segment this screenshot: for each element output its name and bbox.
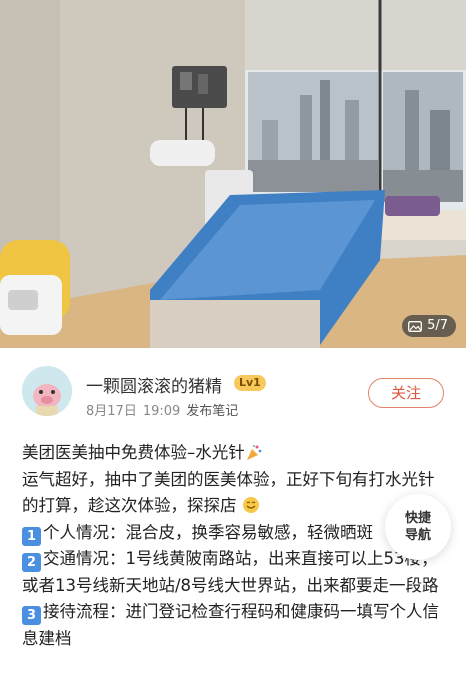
post-action: 发布笔记 <box>186 404 239 419</box>
post-item-3: 3 接待流程：进门登记检查行程码和健康码一填写个人信息建档 <box>22 599 442 652</box>
quick-nav-line1: 快捷 <box>404 511 431 526</box>
image-counter: 5/7 <box>402 315 456 337</box>
number-1-icon: 1 <box>22 526 41 546</box>
post-content: 美团医美抽中免费体验–水光针 运气超好，抽中了美团的医美体验，正好下旬有打水光针… <box>22 440 442 652</box>
party-popper-icon <box>246 445 262 461</box>
post-item-2-text: 交通情况：1号线黄陂南路站，出来直接可以上53楼；或者13号线新天地站/8号线大… <box>22 549 439 595</box>
image-counter-text: 5/7 <box>427 318 448 333</box>
treatment-room-image <box>0 0 466 348</box>
post-item-1: 1 个人情况：混合皮，换季容易敏感，轻微晒斑 <box>22 520 442 547</box>
quick-nav-button[interactable]: 快捷 导航 <box>385 494 451 560</box>
quick-nav-line2: 导航 <box>404 528 431 543</box>
post-photo[interactable]: 5/7 <box>0 0 466 348</box>
post-meta: 8月17日 19:09 发布笔记 <box>86 400 244 419</box>
post-item-3-text: 接待流程：进门登记检查行程码和健康码一填写个人信息建档 <box>22 602 439 648</box>
post-title: 美团医美抽中免费体验–水光针 <box>22 440 442 467</box>
author-name[interactable]: 一颗圆滚滚的猪精 <box>86 372 222 397</box>
level-badge: Lv1 <box>234 375 266 391</box>
author-row: 一颗圆滚滚的猪精 Lv1 8月17日 19:09 发布笔记 关注 <box>0 348 466 430</box>
post-item-1-text: 个人情况：混合皮，换季容易敏感，轻微晒斑 <box>43 522 373 542</box>
post-time: 19:09 <box>142 404 181 419</box>
post-intro-text: 运气超好，抽中了美团的医美体验，正好下旬有打水光针的打算，趁这次体验，探探店 <box>22 469 435 516</box>
number-3-icon: 3 <box>22 606 41 625</box>
post-item-2: 2 交通情况：1号线黄陂南路站，出来直接可以上53楼；或者13号线新天地站/8号线… <box>22 546 442 599</box>
follow-button[interactable]: 关注 <box>368 378 444 408</box>
number-2-icon: 2 <box>22 553 41 572</box>
post-title-text: 美团医美抽中免费体验–水光针 <box>22 443 245 462</box>
smile-face-icon <box>242 497 259 513</box>
image-icon <box>408 320 423 332</box>
pig-avatar-icon <box>22 366 72 416</box>
avatar[interactable] <box>22 366 72 416</box>
post-paragraph: 运气超好，抽中了美团的医美体验，正好下旬有打水光针的打算，趁这次体验，探探店 <box>22 467 442 520</box>
post-date: 8月17日 <box>86 404 137 419</box>
